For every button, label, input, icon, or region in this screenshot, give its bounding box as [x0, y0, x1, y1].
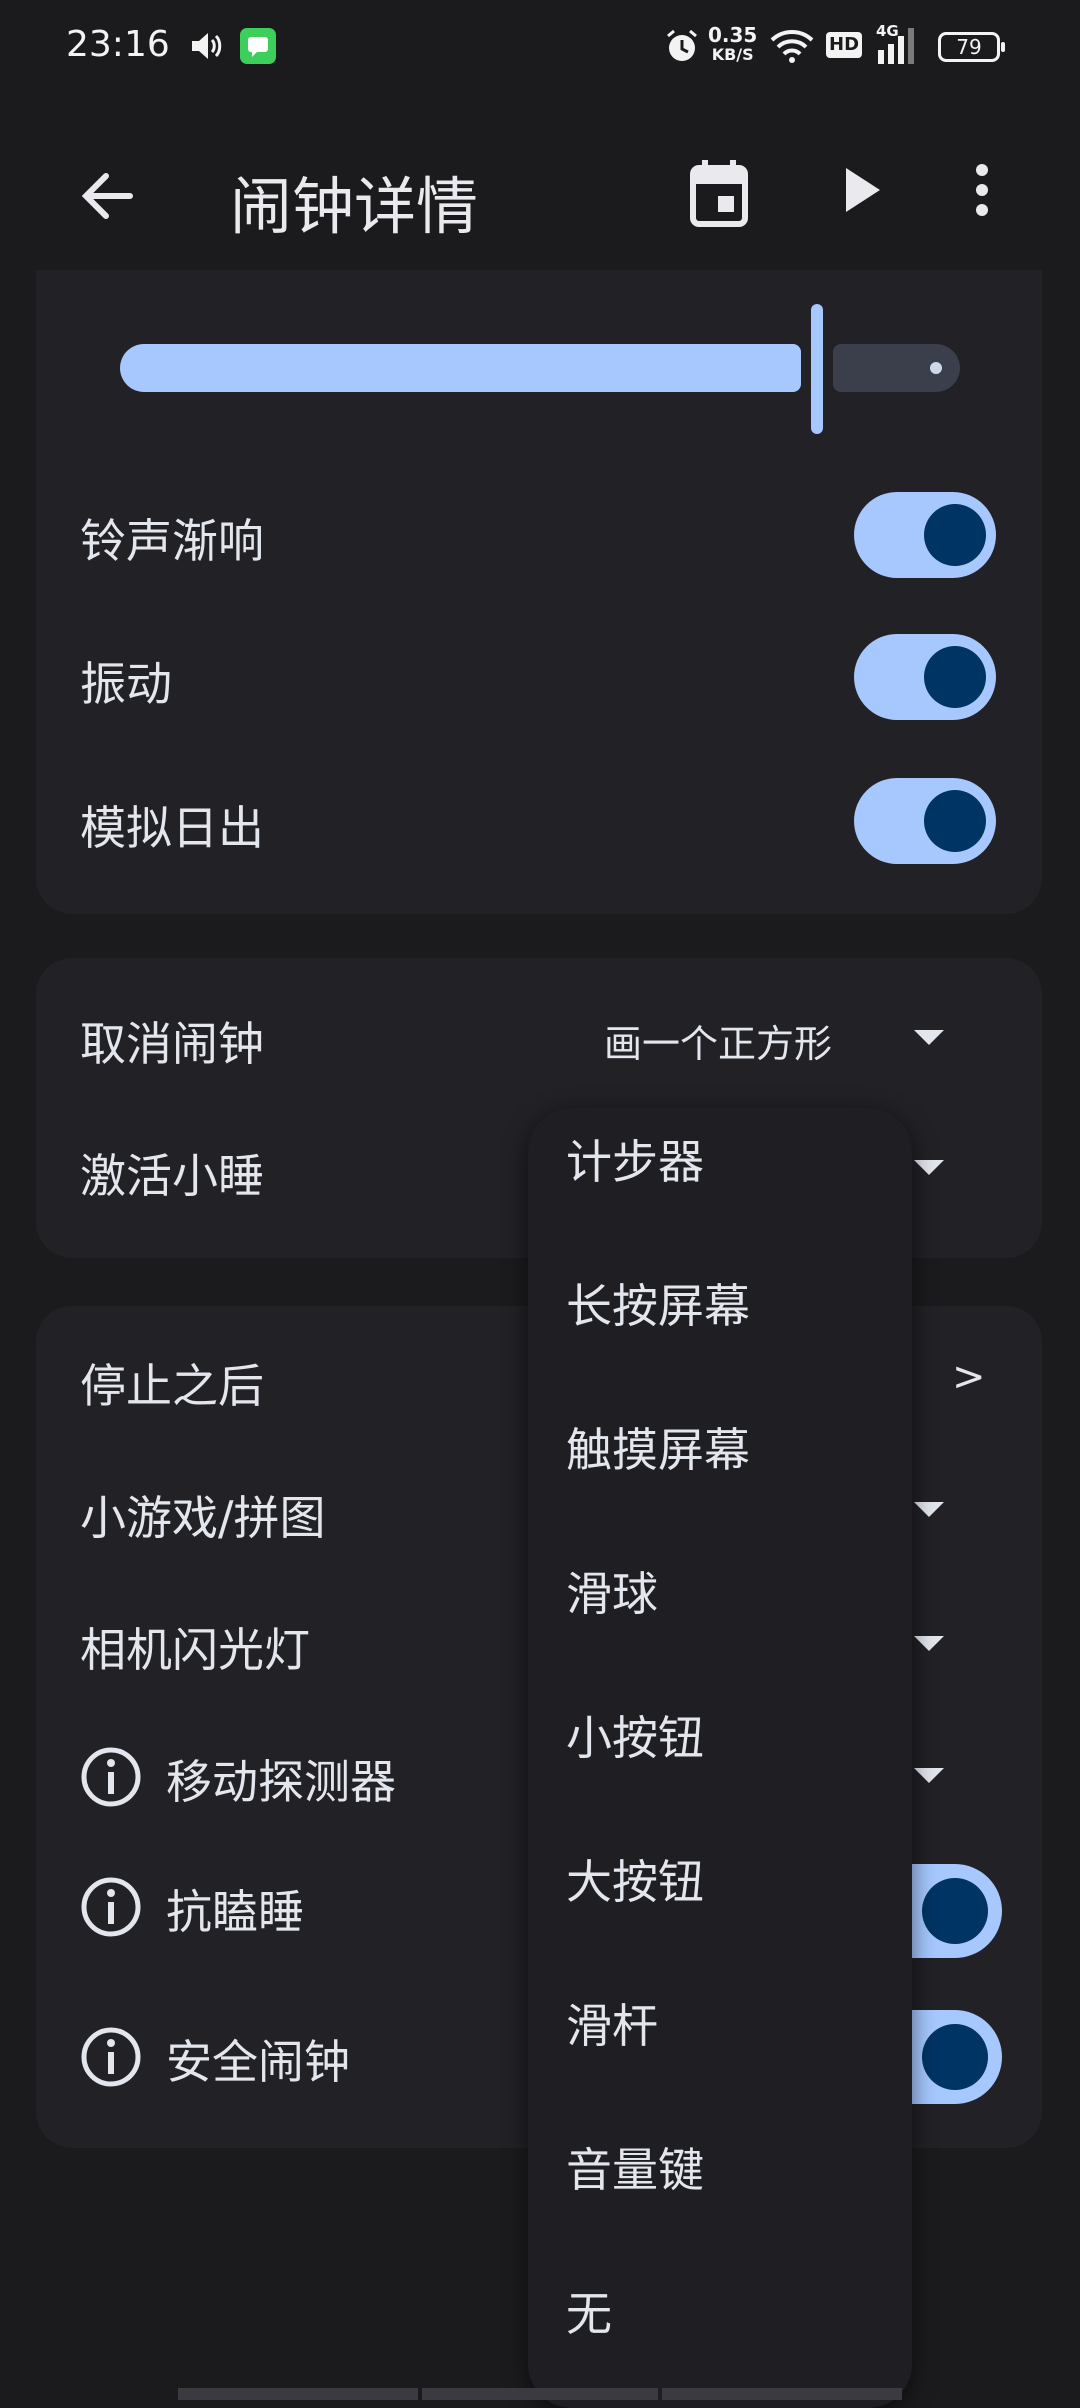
info-icon[interactable] [80, 1746, 142, 1808]
battery-level: 79 [956, 35, 982, 59]
bottom-nav-segment [422, 2388, 658, 2400]
volume-slider-thumb[interactable] [811, 304, 823, 434]
volume-slider-end-dot [930, 362, 942, 374]
vibrate-label: 振动 [80, 657, 172, 711]
snooze-dropdown-icon[interactable] [914, 1160, 944, 1175]
bottom-nav-segment [662, 2388, 902, 2400]
safe-alarm-label: 安全闹钟 [166, 2035, 350, 2089]
toggle-knob [924, 504, 986, 566]
snooze-label: 激活小睡 [80, 1149, 264, 1203]
status-bar: 23:16 0.35 KB/S HD 4G 79 [0, 0, 1080, 96]
back-arrow-icon[interactable] [78, 170, 138, 222]
ringtone-fade-toggle[interactable] [854, 492, 996, 578]
menu-item-slide-ball[interactable]: 滑球 [566, 1558, 658, 1624]
menu-item-slider[interactable]: 滑杆 [566, 1990, 658, 2056]
bottom-nav-segment [178, 2388, 418, 2400]
toggle-knob [922, 1878, 988, 1944]
volume-slider[interactable] [120, 300, 960, 440]
vibrate-toggle[interactable] [854, 634, 996, 720]
menu-item-small-button[interactable]: 小按钮 [566, 1702, 704, 1768]
motion-dropdown-icon[interactable] [914, 1768, 944, 1783]
message-app-icon [240, 28, 276, 64]
toggle-knob [924, 790, 986, 852]
network-speed-unit: KB/S [711, 45, 754, 64]
dismiss-label: 取消闹钟 [80, 1017, 264, 1071]
app-bar: 闹钟详情 [0, 120, 1080, 270]
menu-item-touch-screen[interactable]: 触摸屏幕 [566, 1414, 750, 1480]
menu-item-pedometer[interactable]: 计步器 [566, 1126, 704, 1192]
cellular-signal-icon [878, 28, 914, 64]
ringtone-fade-label: 铃声渐响 [80, 514, 264, 568]
dismiss-dropdown-icon[interactable] [914, 1030, 944, 1045]
puzzle-label: 小游戏/拼图 [80, 1491, 326, 1545]
sunrise-label: 模拟日出 [80, 801, 264, 855]
anti-sleep-label: 抗瞌睡 [166, 1885, 304, 1939]
play-icon[interactable] [842, 164, 884, 216]
calendar-icon[interactable] [688, 158, 750, 228]
toggle-knob [924, 646, 986, 708]
more-vert-icon[interactable] [974, 164, 990, 216]
info-icon[interactable] [80, 1876, 142, 1938]
flash-label: 相机闪光灯 [80, 1623, 310, 1677]
motion-detector-label: 移动探测器 [166, 1755, 396, 1809]
menu-item-long-press[interactable]: 长按屏幕 [566, 1270, 750, 1336]
network-speed-value: 0.35 [708, 23, 758, 47]
wifi-icon [770, 30, 814, 63]
volume-slider-active-track [120, 344, 801, 392]
menu-item-big-button[interactable]: 大按钮 [566, 1846, 704, 1912]
alarm-clock-icon [667, 29, 697, 61]
status-time: 23:16 [66, 24, 170, 65]
sunrise-toggle[interactable] [854, 778, 996, 864]
after-stop-arrow[interactable]: > [952, 1354, 986, 1400]
puzzle-dropdown-icon[interactable] [914, 1502, 944, 1517]
toggle-knob [922, 2024, 988, 2090]
page-title: 闹钟详情 [230, 170, 479, 243]
hd-badge: HD [826, 32, 863, 58]
menu-item-none[interactable]: 无 [566, 2278, 612, 2344]
flash-dropdown-icon[interactable] [914, 1636, 944, 1651]
volume-icon [192, 33, 222, 59]
after-stop-label: 停止之后 [80, 1359, 264, 1413]
network-speed: 0.35 KB/S [708, 23, 758, 64]
info-icon[interactable] [80, 2026, 142, 2088]
menu-item-volume-key[interactable]: 音量键 [566, 2134, 704, 2200]
dismiss-value[interactable]: 画一个正方形 [604, 1013, 832, 1068]
dropdown-menu: 计步器 长按屏幕 触摸屏幕 滑球 小按钮 大按钮 滑杆 音量键 无 [528, 1108, 912, 2408]
battery-indicator: 79 [938, 32, 1005, 62]
